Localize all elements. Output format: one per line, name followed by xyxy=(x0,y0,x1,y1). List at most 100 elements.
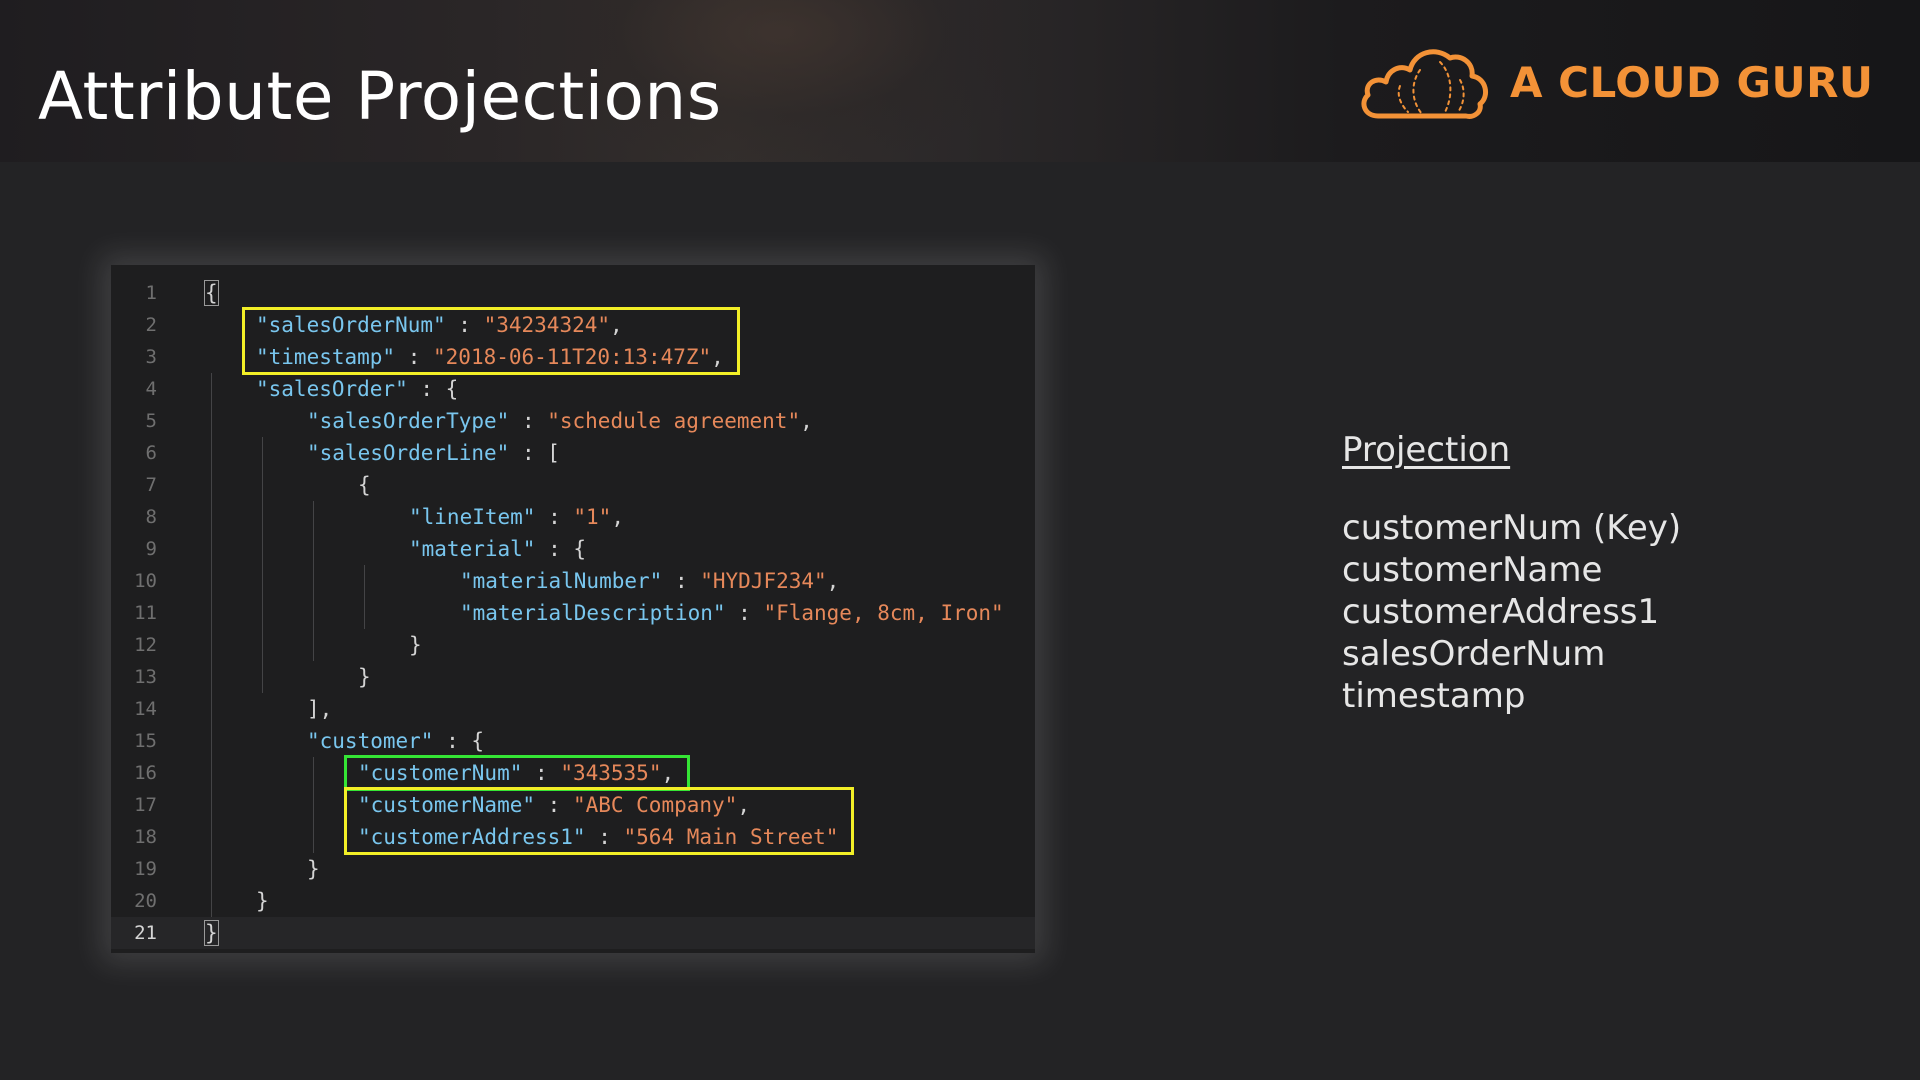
json-punctuation: : [ xyxy=(509,441,560,465)
brand-name: A CLOUD GURU xyxy=(1510,57,1874,107)
json-key: "materialNumber" xyxy=(460,569,663,593)
code-editor-panel: 1{2 "salesOrderNum" : "34234324", 3 "timest… xyxy=(111,265,1035,953)
indent-guide xyxy=(211,373,212,917)
code-line: 5 "salesOrderType" : "schedule agreement"… xyxy=(111,405,1035,437)
code-text: } xyxy=(204,920,219,946)
line-number: 6 xyxy=(145,442,157,464)
line-number: 4 xyxy=(145,378,157,400)
code-line: 11 "materialDescription" : "Flange, 8cm, … xyxy=(111,597,1035,629)
line-number: 17 xyxy=(134,794,157,816)
code-line: 20} xyxy=(111,885,1035,917)
code-text: "materialDescription" : "Flange, 8cm, Ir… xyxy=(460,601,1004,625)
line-number: 10 xyxy=(134,570,157,592)
json-key: "salesOrderType" xyxy=(307,409,510,433)
code-line: 1{ xyxy=(111,277,1035,309)
code-text: } xyxy=(256,889,269,913)
line-number: 1 xyxy=(145,282,157,304)
code-text: ], xyxy=(307,697,332,721)
highlight-customer-attributes xyxy=(344,787,855,855)
brand-logo: A CLOUD GURU xyxy=(1356,40,1874,124)
line-number: 18 xyxy=(134,826,157,848)
code-line: 19} xyxy=(111,853,1035,885)
code-text: { xyxy=(358,473,371,497)
json-punctuation: : xyxy=(509,409,548,433)
json-punctuation: ], xyxy=(307,697,333,721)
line-number: 20 xyxy=(134,890,157,912)
json-punctuation: } xyxy=(256,889,269,913)
projection-item: customerAddress1 xyxy=(1342,591,1660,632)
json-punctuation: } xyxy=(409,633,422,657)
code-line: 8 "lineItem" : "1", xyxy=(111,501,1035,533)
json-punctuation: , xyxy=(826,569,840,593)
json-value: "schedule agreement" xyxy=(547,409,801,433)
json-punctuation: : xyxy=(535,505,574,529)
json-punctuation: : { xyxy=(407,377,459,401)
line-number: 21 xyxy=(134,922,157,944)
code-line: 10 "materialNumber" : "HYDJF234", xyxy=(111,565,1035,597)
line-number: 19 xyxy=(134,858,157,880)
code-text: "salesOrder" : { xyxy=(256,377,458,401)
json-punctuation: : xyxy=(725,601,764,625)
json-value: "1" xyxy=(573,505,612,529)
code-text: } xyxy=(409,633,422,657)
json-value: "Flange, 8cm, Iron" xyxy=(763,601,1004,625)
line-number: 13 xyxy=(134,666,157,688)
line-number: 12 xyxy=(134,634,157,656)
code-text: "customer" : { xyxy=(307,729,484,753)
indent-guide xyxy=(262,437,263,693)
slide: Attribute Projections A CLOUD GURU 1{2 "s… xyxy=(0,0,1920,1080)
code-line: 13} xyxy=(111,661,1035,693)
json-punctuation: : { xyxy=(535,537,587,561)
indent-guide xyxy=(313,757,314,853)
indent-guide xyxy=(364,565,365,629)
json-punctuation: : { xyxy=(433,729,485,753)
json-punctuation: , xyxy=(800,409,813,433)
slide-title: Attribute Projections xyxy=(38,58,722,135)
json-key: "materialDescription" xyxy=(460,601,726,625)
line-number: 11 xyxy=(134,602,157,624)
code-text: "materialNumber" : "HYDJF234", xyxy=(460,569,839,593)
code-line: 7{ xyxy=(111,469,1035,501)
code-line: 4 "salesOrder" : { xyxy=(111,373,1035,405)
highlight-salesorder-attributes xyxy=(242,307,740,375)
json-punctuation: } xyxy=(307,857,320,881)
json-punctuation: : xyxy=(662,569,701,593)
line-number: 7 xyxy=(145,474,157,496)
projection-item: timestamp xyxy=(1342,675,1526,716)
json-key: "lineItem" xyxy=(409,505,536,529)
code-line: 21} xyxy=(111,917,1035,949)
code-text: "salesOrderType" : "schedule agreement", xyxy=(307,409,813,433)
json-key: "salesOrder" xyxy=(256,377,408,401)
line-number: 14 xyxy=(134,698,157,720)
highlight-customer-key xyxy=(344,755,690,791)
code-text: "salesOrderLine" : [ xyxy=(307,441,560,465)
cloud-icon xyxy=(1361,49,1489,119)
json-key: "material" xyxy=(409,537,536,561)
line-number: 16 xyxy=(134,762,157,784)
json-punctuation: , xyxy=(611,505,624,529)
line-number: 9 xyxy=(145,538,157,560)
projection-item: customerNum (Key) xyxy=(1342,507,1682,548)
projection-item: customerName xyxy=(1342,549,1603,590)
json-punctuation: { xyxy=(204,280,219,306)
json-punctuation: { xyxy=(358,473,371,497)
json-punctuation: } xyxy=(358,665,371,689)
projection-panel: Projection customerNum (Key) customerNam… xyxy=(1342,430,1681,717)
code-text: "material" : { xyxy=(409,537,586,561)
projection-item: salesOrderNum xyxy=(1342,633,1606,674)
line-number: 3 xyxy=(145,346,157,368)
code-text: } xyxy=(358,665,371,689)
line-number: 15 xyxy=(134,730,157,752)
code-line: 15 "customer" : { xyxy=(111,725,1035,757)
code-line: 6 "salesOrderLine" : [ xyxy=(111,437,1035,469)
code-text: { xyxy=(204,280,219,306)
code-line: 14], xyxy=(111,693,1035,725)
json-value: "HYDJF234" xyxy=(700,569,827,593)
line-number: 8 xyxy=(145,506,157,528)
code-line: 9 "material" : { xyxy=(111,533,1035,565)
line-number: 2 xyxy=(145,314,157,336)
code-line: 12} xyxy=(111,629,1035,661)
json-key: "salesOrderLine" xyxy=(307,441,510,465)
projection-heading: Projection xyxy=(1342,430,1511,470)
json-punctuation: } xyxy=(204,920,219,946)
